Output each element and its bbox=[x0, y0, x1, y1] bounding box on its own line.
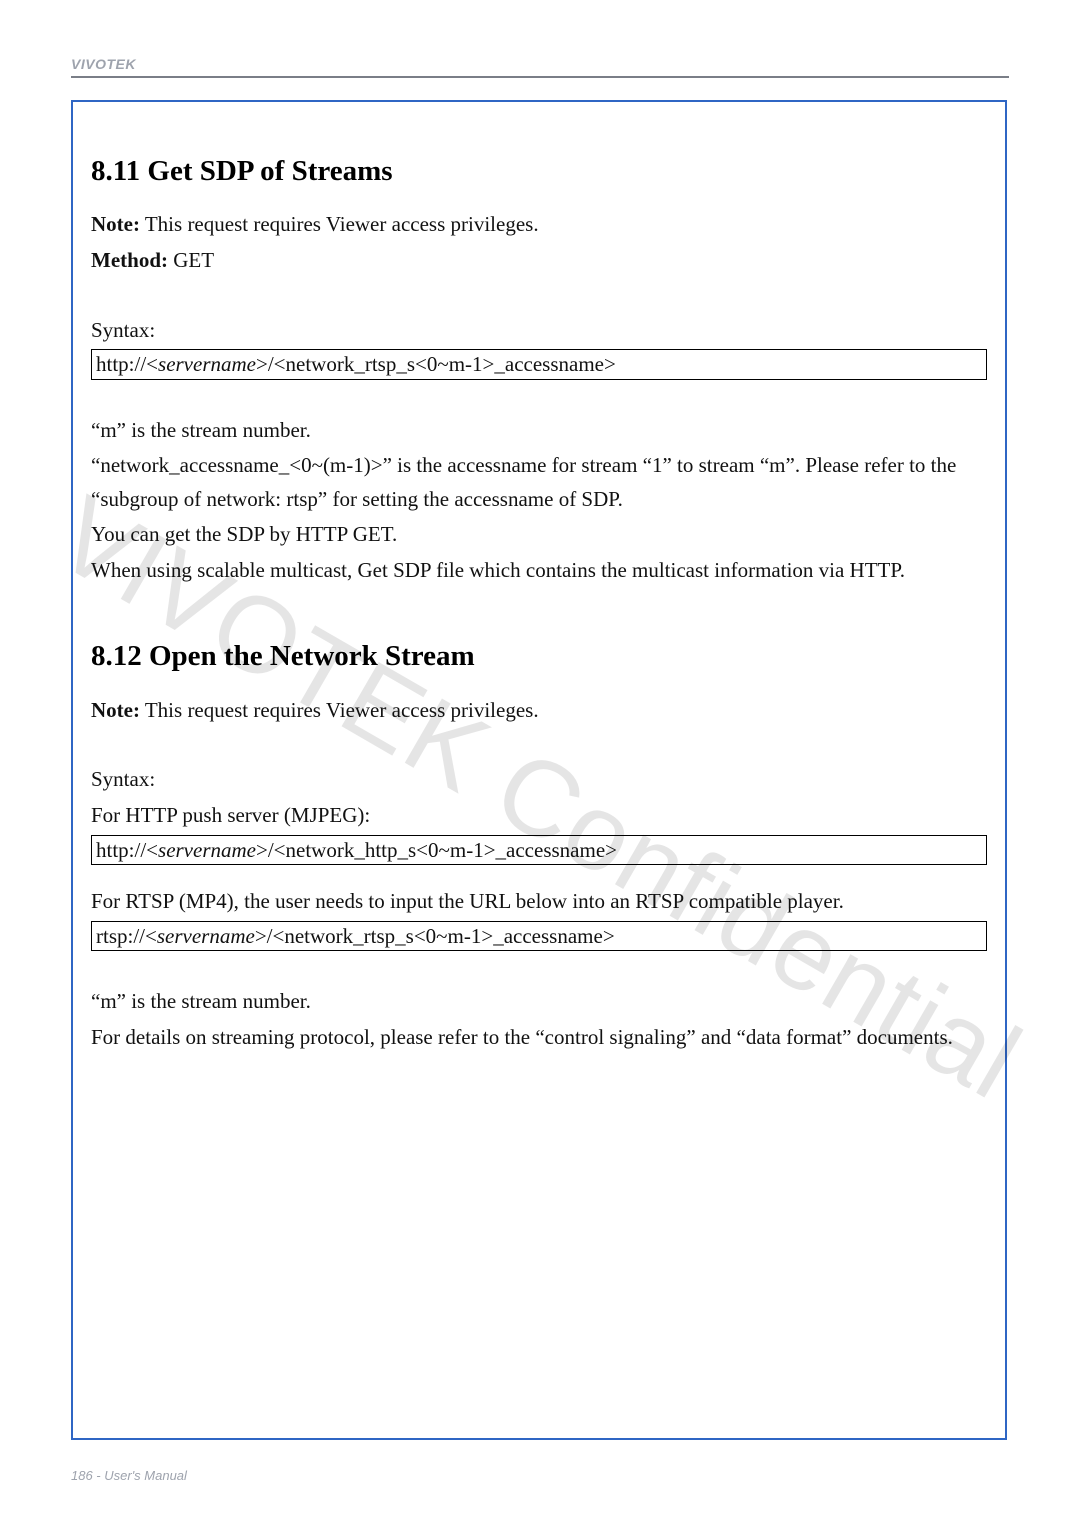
section-811-title: 8.11 Get SDP of Streams bbox=[91, 148, 987, 194]
note-label: Note: bbox=[91, 698, 140, 722]
brand-text: VIVOTEK bbox=[71, 56, 136, 72]
code-servername: servername bbox=[157, 924, 255, 948]
code-servername: servername bbox=[158, 838, 256, 862]
code-text: >/<network_http_s<0~m-1>_accessname> bbox=[256, 838, 617, 862]
content-frame: VIVOTEK Confidential 8.11 Get SDP of Str… bbox=[71, 100, 1007, 1440]
method-value: GET bbox=[168, 248, 214, 272]
content-inner: 8.11 Get SDP of Streams Note: This reque… bbox=[91, 148, 987, 1054]
code-text: >/<network_rtsp_s<0~m-1>_accessname> bbox=[255, 924, 615, 948]
page: VIVOTEK VIVOTEK Confidential 8.11 Get SD… bbox=[0, 0, 1080, 1527]
syntax-codebox-811: http://<servername>/<network_rtsp_s<0~m-… bbox=[91, 349, 987, 379]
http-codebox: http://<servername>/<network_http_s<0~m-… bbox=[91, 835, 987, 865]
s812-p2: For details on streaming protocol, pleas… bbox=[91, 1021, 987, 1055]
section-812-title: 8.12 Open the Network Stream bbox=[91, 633, 987, 679]
method-label: Method: bbox=[91, 248, 168, 272]
code-text: http://< bbox=[96, 352, 158, 376]
syntax-label-811: Syntax: bbox=[91, 314, 987, 348]
section-811-method: Method: GET bbox=[91, 244, 987, 278]
syntax-label-812: Syntax: bbox=[91, 763, 987, 797]
rtsp-label: For RTSP (MP4), the user needs to input … bbox=[91, 885, 987, 919]
s812-p1: “m” is the stream number. bbox=[91, 985, 987, 1019]
s811-p2: “network_accessname_<0~(m-1)>” is the ac… bbox=[91, 449, 987, 516]
http-push-label: For HTTP push server (MJPEG): bbox=[91, 799, 987, 833]
code-servername: servername bbox=[158, 352, 256, 376]
section-811-note: Note: This request requires Viewer acces… bbox=[91, 208, 987, 242]
note-text: This request requires Viewer access priv… bbox=[140, 212, 539, 236]
s811-p1: “m” is the stream number. bbox=[91, 414, 987, 448]
s811-p3: You can get the SDP by HTTP GET. bbox=[91, 518, 987, 552]
code-text: http://< bbox=[96, 838, 158, 862]
code-text: >/<network_rtsp_s<0~m-1>_accessname> bbox=[256, 352, 616, 376]
rtsp-codebox: rtsp://<servername>/<network_rtsp_s<0~m-… bbox=[91, 921, 987, 951]
section-812-note: Note: This request requires Viewer acces… bbox=[91, 694, 987, 728]
code-text: rtsp://< bbox=[96, 924, 157, 948]
note-text: This request requires Viewer access priv… bbox=[140, 698, 539, 722]
header-band: VIVOTEK bbox=[71, 56, 1009, 78]
footer-text: 186 - User's Manual bbox=[71, 1468, 187, 1483]
note-label: Note: bbox=[91, 212, 140, 236]
s811-p4: When using scalable multicast, Get SDP f… bbox=[91, 554, 987, 588]
